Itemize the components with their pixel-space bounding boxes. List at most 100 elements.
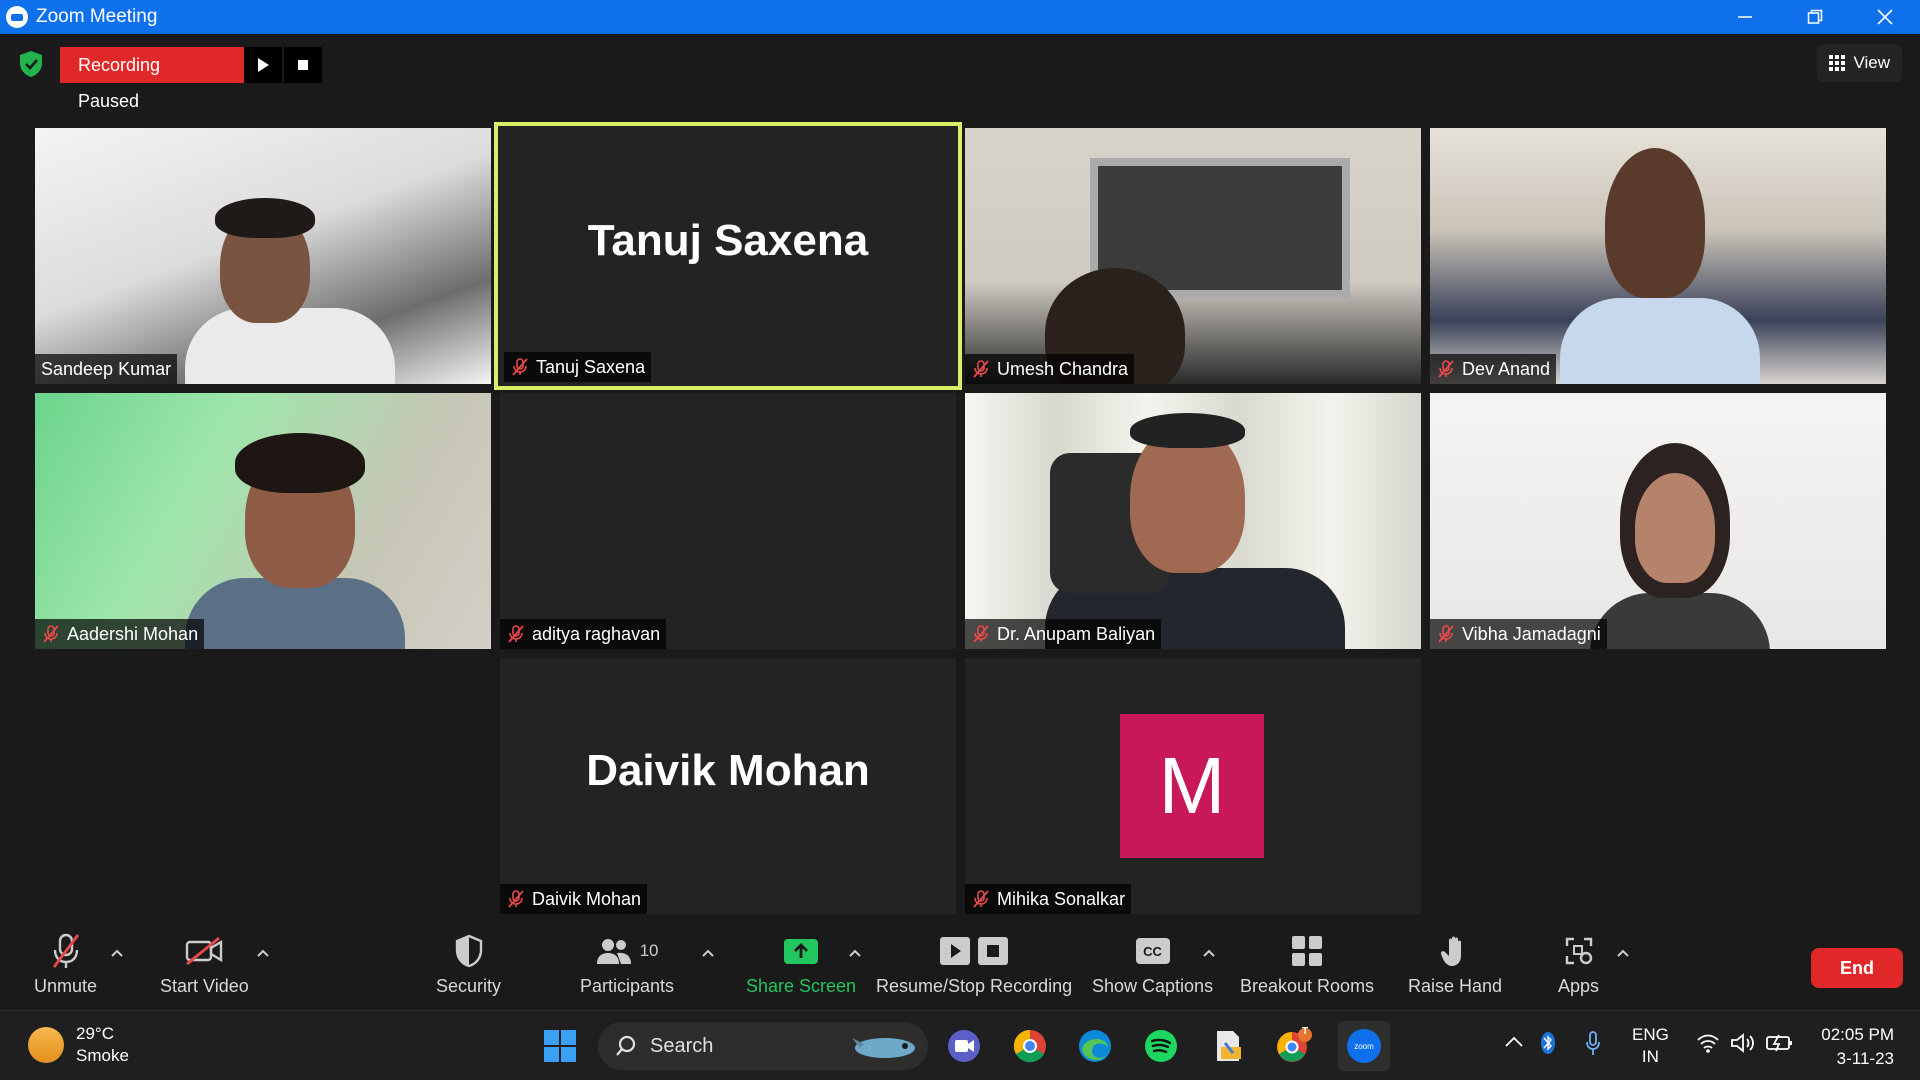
video-tile-vibha-jamadagni[interactable]: Vibha Jamadagni bbox=[1430, 393, 1886, 649]
security-shield-icon bbox=[455, 934, 482, 968]
share-screen-label: Share Screen bbox=[746, 976, 857, 996]
end-meeting-button[interactable]: End bbox=[1811, 948, 1903, 988]
language-indicator[interactable]: ENG IN bbox=[1632, 1024, 1669, 1068]
encryption-shield-icon[interactable] bbox=[18, 50, 44, 78]
share-screen-icon bbox=[784, 939, 819, 964]
video-tile-tanuj-saxena[interactable]: Tanuj Saxena Tanuj Saxena bbox=[494, 122, 962, 390]
participant-name: Mihika Sonalkar bbox=[997, 888, 1126, 909]
participant-name: Dev Anand bbox=[1462, 358, 1551, 379]
windows-logo-icon bbox=[544, 1030, 576, 1062]
breakout-rooms-label: Breakout Rooms bbox=[1240, 976, 1375, 996]
mic-muted-icon bbox=[1438, 625, 1454, 643]
taskbar-file-explorer[interactable] bbox=[1208, 1026, 1248, 1066]
video-tile-daivik-mohan[interactable]: Daivik Mohan Daivik Mohan bbox=[500, 658, 956, 914]
weather-smoke-icon bbox=[28, 1027, 64, 1063]
chrome-icon bbox=[1013, 1029, 1046, 1063]
video-tile-aditya-raghavan[interactable]: aditya raghavan bbox=[500, 393, 956, 649]
mic-muted-icon bbox=[508, 625, 524, 643]
show-captions-label: Show Captions bbox=[1092, 976, 1214, 996]
show-captions-button[interactable]: CC Show Captions bbox=[1092, 932, 1213, 997]
raise-hand-label: Raise Hand bbox=[1408, 976, 1503, 996]
video-off-icon bbox=[186, 936, 223, 966]
taskbar-chrome-profile[interactable]: T bbox=[1274, 1026, 1314, 1066]
clock-date: 3-11-23 bbox=[1836, 1049, 1894, 1068]
resume-recording-icon bbox=[940, 937, 971, 965]
mic-muted-icon bbox=[512, 358, 528, 376]
taskbar-meet-app[interactable] bbox=[944, 1026, 984, 1066]
participants-icon bbox=[596, 939, 631, 964]
spotify-icon bbox=[1145, 1030, 1177, 1062]
wifi-icon[interactable] bbox=[1696, 1033, 1720, 1053]
minimize-button[interactable] bbox=[1710, 0, 1780, 34]
participant-name: Vibha Jamadagni bbox=[1462, 623, 1601, 644]
video-tile-mihika-sonalkar[interactable]: M Mihika Sonalkar bbox=[965, 658, 1421, 914]
video-tile-anupam-baliyan[interactable]: Dr. Anupam Baliyan bbox=[965, 393, 1421, 649]
close-icon bbox=[1877, 9, 1893, 25]
minimize-icon bbox=[1738, 16, 1752, 18]
captions-options-caret-icon[interactable] bbox=[1202, 948, 1216, 958]
zoom-icon: zoom bbox=[1347, 1029, 1381, 1063]
apps-button[interactable]: Apps bbox=[1558, 932, 1599, 997]
show-hidden-icons-icon[interactable] bbox=[1504, 1035, 1524, 1049]
mic-muted-icon bbox=[508, 890, 524, 908]
video-tile-dev-anand[interactable]: Dev Anand bbox=[1430, 128, 1886, 384]
windows-taskbar: 29°C Smoke Search T zoom ENG IN 02:05 PM… bbox=[0, 1010, 1920, 1080]
video-tile-sandeep-kumar[interactable]: Sandeep Kumar bbox=[35, 128, 491, 384]
start-video-button[interactable]: Start Video bbox=[160, 932, 249, 997]
participants-options-caret-icon[interactable] bbox=[701, 948, 715, 958]
video-tile-aadershi-mohan[interactable]: Aadershi Mohan bbox=[35, 393, 491, 649]
avatar: M bbox=[1120, 714, 1264, 858]
battery-charging-icon[interactable] bbox=[1766, 1033, 1794, 1053]
microphone-icon[interactable] bbox=[1585, 1031, 1601, 1057]
share-screen-button[interactable]: Share Screen bbox=[746, 932, 856, 997]
restore-icon bbox=[1807, 9, 1823, 24]
recording-label: Resume/Stop Recording bbox=[876, 976, 1073, 996]
bluetooth-icon[interactable] bbox=[1541, 1031, 1555, 1055]
breakout-rooms-button[interactable]: Breakout Rooms bbox=[1240, 932, 1374, 997]
participants-label: Participants bbox=[580, 976, 675, 996]
resume-recording-button[interactable] bbox=[244, 47, 282, 83]
volume-icon[interactable] bbox=[1730, 1032, 1756, 1054]
zoom-app-icon bbox=[6, 6, 28, 28]
video-tile-umesh-chandra[interactable]: Umesh Chandra bbox=[965, 128, 1421, 384]
participant-name-tag: Dev Anand bbox=[1430, 354, 1557, 384]
close-button[interactable] bbox=[1850, 0, 1920, 34]
mic-muted-icon bbox=[43, 625, 59, 643]
video-options-caret-icon[interactable] bbox=[256, 948, 270, 958]
participant-name: Dr. Anupam Baliyan bbox=[997, 623, 1156, 644]
participant-name-tag: Daivik Mohan bbox=[500, 884, 648, 914]
resume-stop-recording-button[interactable]: Resume/Stop Recording bbox=[876, 932, 1072, 997]
participant-display-name: Daivik Mohan bbox=[586, 746, 870, 795]
video-chat-icon bbox=[948, 1030, 980, 1062]
participant-name-tag: Umesh Chandra bbox=[965, 354, 1135, 384]
audio-options-caret-icon[interactable] bbox=[110, 948, 124, 958]
taskbar-search-box[interactable]: Search bbox=[598, 1022, 928, 1070]
participant-name: Umesh Chandra bbox=[997, 358, 1129, 379]
recording-status-badge: Recording Paused bbox=[60, 47, 322, 111]
taskbar-zoom[interactable]: zoom bbox=[1338, 1021, 1390, 1071]
clock-time: 02:05 PM bbox=[1821, 1025, 1894, 1044]
mic-muted-icon bbox=[973, 360, 989, 378]
share-options-caret-icon[interactable] bbox=[848, 948, 862, 958]
restore-button[interactable] bbox=[1780, 0, 1850, 34]
taskbar-edge[interactable] bbox=[1075, 1026, 1115, 1066]
weather-condition: Smoke bbox=[76, 1046, 129, 1065]
participant-name-tag: aditya raghavan bbox=[500, 619, 667, 649]
taskbar-chrome[interactable] bbox=[1010, 1026, 1050, 1066]
windows-start-button[interactable] bbox=[540, 1026, 580, 1066]
raise-hand-button[interactable]: Raise Hand bbox=[1408, 932, 1502, 997]
participants-button[interactable]: 10 Participants bbox=[580, 932, 674, 997]
taskbar-spotify[interactable] bbox=[1141, 1026, 1181, 1066]
weather-widget[interactable]: 29°C Smoke bbox=[28, 1023, 129, 1067]
apps-icon bbox=[1565, 937, 1592, 965]
security-button[interactable]: Security bbox=[436, 932, 501, 997]
breakout-rooms-icon bbox=[1292, 936, 1323, 966]
system-clock[interactable]: 02:05 PM 3-11-23 bbox=[1812, 1023, 1894, 1071]
language-code: ENG bbox=[1632, 1025, 1669, 1044]
apps-options-caret-icon[interactable] bbox=[1616, 948, 1630, 958]
view-button[interactable]: View bbox=[1817, 44, 1902, 82]
stop-recording-button[interactable] bbox=[284, 47, 322, 83]
participant-display-name: Tanuj Saxena bbox=[587, 216, 869, 265]
unmute-button[interactable]: Unmute bbox=[34, 932, 97, 997]
participant-name-tag: Aadershi Mohan bbox=[35, 619, 205, 649]
